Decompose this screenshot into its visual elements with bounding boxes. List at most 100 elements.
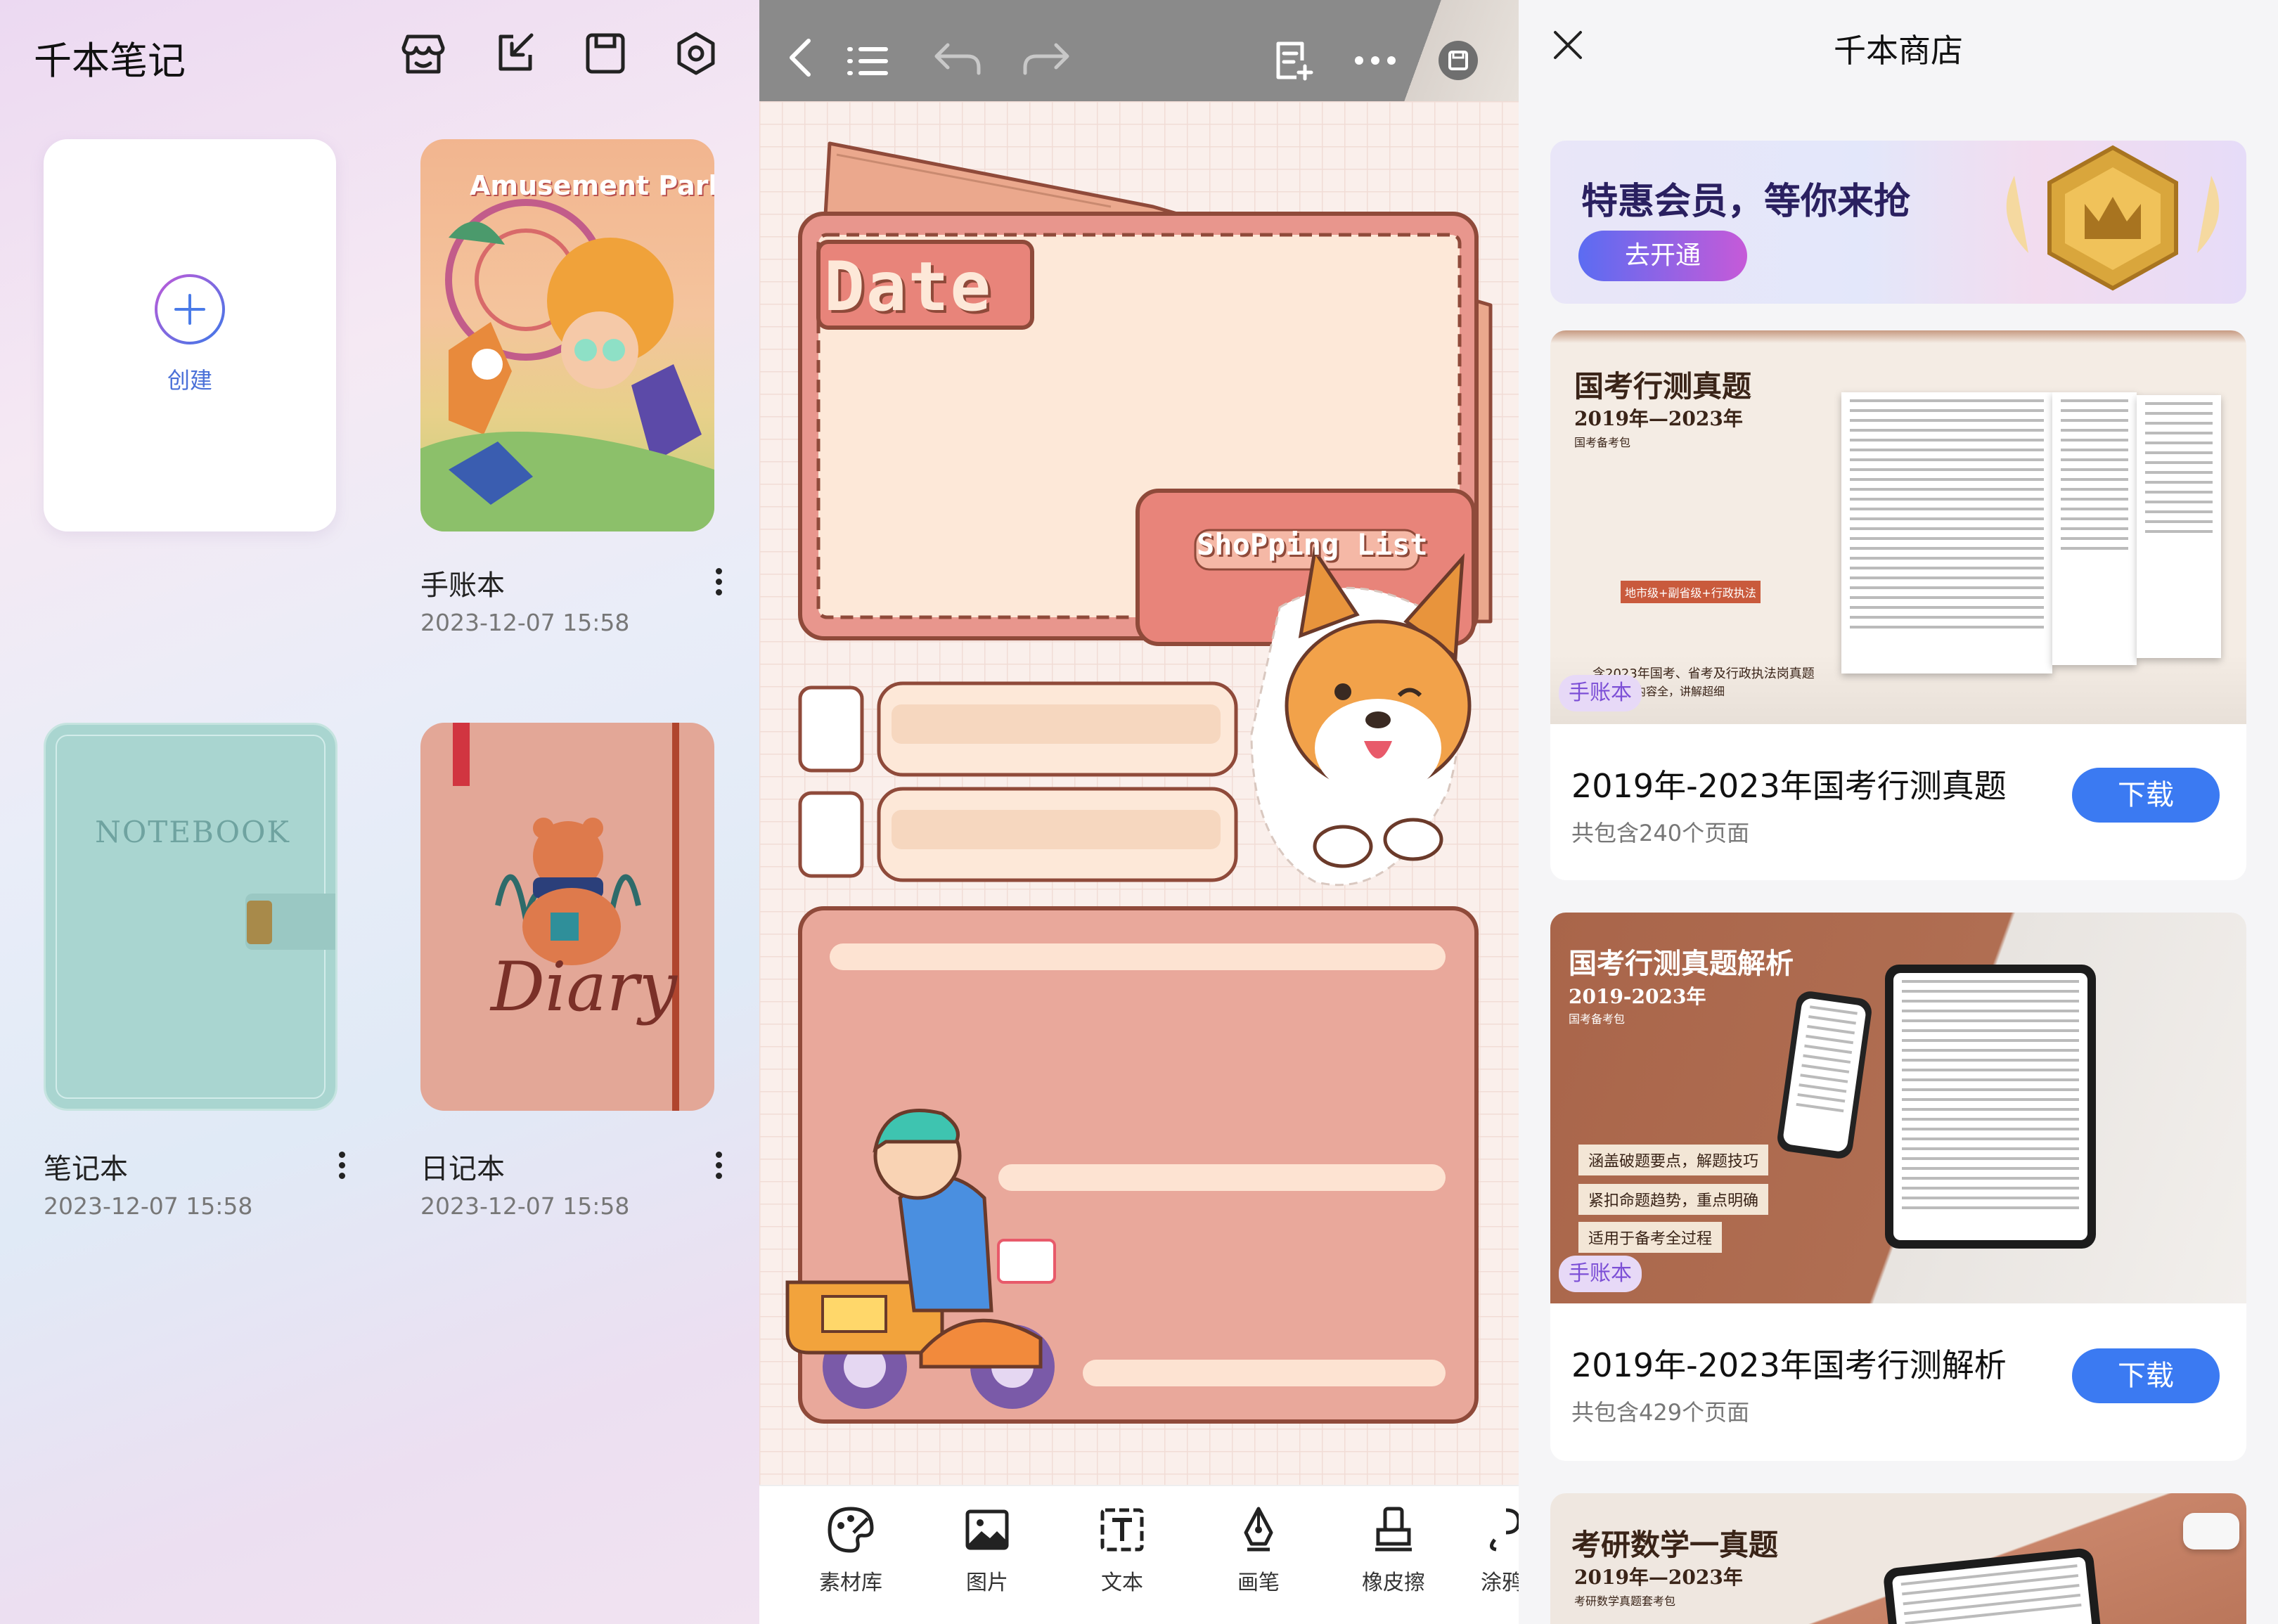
more-menu-icon[interactable] (712, 1147, 726, 1190)
cover-subtitle: 2019年—2023年 (1574, 1566, 1743, 1589)
notebook-cover-riji[interactable]: Diary (420, 723, 714, 1111)
cover-point: 适用于备考全过程 (1578, 1222, 1723, 1253)
tool-label: 画笔 (1237, 1571, 1280, 1595)
cover-point: 涵盖破题要点，解题技巧 (1578, 1145, 1769, 1175)
more-menu-icon[interactable] (335, 1147, 349, 1190)
tool-label: 图片 (966, 1571, 1008, 1595)
cover-subtitle: 2019年—2023年 (1574, 407, 1743, 430)
exam-page-preview (2137, 395, 2221, 658)
category-tag: 手账本 (1559, 675, 1642, 711)
notebook-cover-biji[interactable]: NOTEBOOK (44, 723, 337, 1111)
store-title: 千本商店 (1834, 32, 1963, 70)
cover-note: 内容全，讲解超细 (1635, 685, 1725, 698)
pen-icon (1244, 1507, 1273, 1552)
product-page-count: 共包含240个页面 (1571, 820, 1750, 846)
cover-title: Amusement Park (470, 170, 714, 201)
save-icon[interactable] (584, 31, 627, 76)
tool-text[interactable]: 文本 (1073, 1504, 1171, 1596)
tablet-screen (1891, 1556, 2095, 1624)
notebook-date: 2023-12-07 15:58 (420, 1192, 630, 1220)
notebook-date: 2023-12-07 15:58 (44, 1192, 253, 1220)
tool-label: 涂鸦 (1481, 1571, 1519, 1595)
cover-title: NOTEBOOK (95, 815, 290, 849)
exam-page-preview (2052, 392, 2137, 665)
tool-eraser[interactable]: 橡皮擦 (1344, 1504, 1443, 1596)
tool-material-library[interactable]: 素材库 (802, 1504, 900, 1596)
download-button[interactable]: 下载 (2072, 1348, 2220, 1403)
import-icon[interactable] (492, 30, 539, 76)
notebook-name: 手账本 (420, 569, 505, 602)
cover-title: 考研数学一真题 (1571, 1528, 1779, 1562)
lasso-icon (1490, 1508, 1519, 1552)
product-cover: 国考行测真题解析 2019-2023年 国考备考包 涵盖破题要点，解题技巧 紧扣… (1550, 913, 2246, 1303)
redo-icon[interactable] (1021, 41, 1072, 77)
tool-label: 橡皮擦 (1362, 1571, 1425, 1595)
vip-activate-button[interactable]: 去开通 (1578, 231, 1747, 281)
settings-icon[interactable] (672, 30, 720, 77)
phone-screen (1782, 997, 1867, 1153)
vip-banner[interactable]: 特惠会员，等你来抢 去开通 (1550, 141, 2246, 304)
product-card[interactable]: 国考行测真题解析 2019-2023年 国考备考包 涵盖破题要点，解题技巧 紧扣… (1550, 913, 2246, 1461)
clasp-button (247, 901, 272, 944)
elastic-band (672, 723, 679, 1111)
store-screen: 千本商店 特惠会员，等你来抢 去开通 国考行测真题 2019年—2023年 国考… (1519, 0, 2278, 1624)
exam-page-preview (1841, 392, 2052, 674)
eraser-icon (1375, 1507, 1412, 1552)
save-icon[interactable] (1437, 39, 1479, 82)
cover-title: 国考行测真题解析 (1569, 947, 1794, 980)
tool-label: 文本 (1101, 1571, 1143, 1595)
product-title: 2019年-2023年国考行测真题 (1571, 767, 2007, 805)
cover-point: 紧扣命题趋势，重点明确 (1578, 1184, 1769, 1215)
phone-mockup (1775, 989, 1874, 1161)
product-cover: 考研数学一真题 2019年—2023年 考研数学真题套考包 (1550, 1493, 2246, 1624)
create-notebook-card[interactable]: 创建 (44, 139, 336, 531)
download-button[interactable]: 下载 (2072, 768, 2220, 823)
tablet-mockup (1885, 965, 2096, 1249)
cover-small-text: 国考备考包 (1569, 1012, 1626, 1026)
create-label: 创建 (167, 367, 212, 394)
tablet-screen (1893, 973, 2087, 1240)
date-label: Date (824, 247, 993, 326)
back-icon[interactable] (786, 37, 814, 79)
plus-icon (153, 273, 226, 346)
more-icon[interactable] (1354, 55, 1396, 65)
crown-badge-icon (2006, 145, 2220, 291)
cover-title: Diary (491, 948, 678, 1026)
vip-banner-text: 特惠会员，等你来抢 (1581, 181, 1911, 223)
palette-icon (828, 1507, 874, 1553)
tool-label: 素材库 (819, 1571, 882, 1595)
notebook-name: 日记本 (420, 1153, 505, 1185)
shopping-list-label: ShoPping List (1197, 527, 1428, 562)
tool-image[interactable]: 图片 (938, 1504, 1036, 1596)
ribbon-bookmark (453, 723, 470, 786)
editor-screen: Date ShoPping List 素材库 图片 文本 画笔 橡皮擦 涂鸦 (759, 0, 1519, 1624)
add-page-icon[interactable] (1274, 39, 1313, 82)
undo-icon[interactable] (932, 41, 983, 77)
product-page-count: 共包含429个页面 (1571, 1399, 1750, 1426)
cover-subtitle: 2019-2023年 (1569, 985, 1706, 1008)
image-icon (965, 1509, 1009, 1550)
cover-small-text: 考研数学真题套考包 (1574, 1594, 1676, 1608)
text-icon (1100, 1508, 1144, 1552)
cover-small-text: 国考备考包 (1574, 436, 1631, 449)
product-title: 2019年-2023年国考行测解析 (1571, 1346, 2007, 1384)
more-menu-icon[interactable] (712, 564, 726, 606)
earbuds-case (2183, 1513, 2239, 1549)
category-tag: 手账本 (1559, 1256, 1642, 1292)
notebook-library-screen: 千本笔记 创建 Amusement Park 手账本 2023-12-07 15… (0, 0, 759, 1624)
tool-pen[interactable]: 画笔 (1209, 1504, 1308, 1596)
outline-icon[interactable] (847, 45, 889, 77)
product-card[interactable]: 考研数学一真题 2019年—2023年 考研数学真题套考包 (1550, 1493, 2246, 1624)
product-card[interactable]: 国考行测真题 2019年—2023年 国考备考包 地市级+副省级+行政执法 含2… (1550, 330, 2246, 880)
notebook-name: 笔记本 (44, 1153, 128, 1185)
app-title: 千本笔记 (34, 39, 186, 83)
tablet-mockup (1882, 1547, 2104, 1624)
notebook-cover-shouzhang[interactable]: Amusement Park (420, 139, 714, 531)
product-cover: 国考行测真题 2019年—2023年 国考备考包 地市级+副省级+行政执法 含2… (1550, 330, 2246, 724)
cover-title: 国考行测真题 (1574, 369, 1752, 404)
cover-badge: 地市级+副省级+行政执法 (1621, 581, 1761, 603)
bear-illustration (495, 818, 641, 965)
store-icon[interactable] (398, 32, 449, 76)
notebook-date: 2023-12-07 15:58 (420, 609, 630, 636)
tool-doodle[interactable]: 涂鸦 (1481, 1504, 1519, 1596)
